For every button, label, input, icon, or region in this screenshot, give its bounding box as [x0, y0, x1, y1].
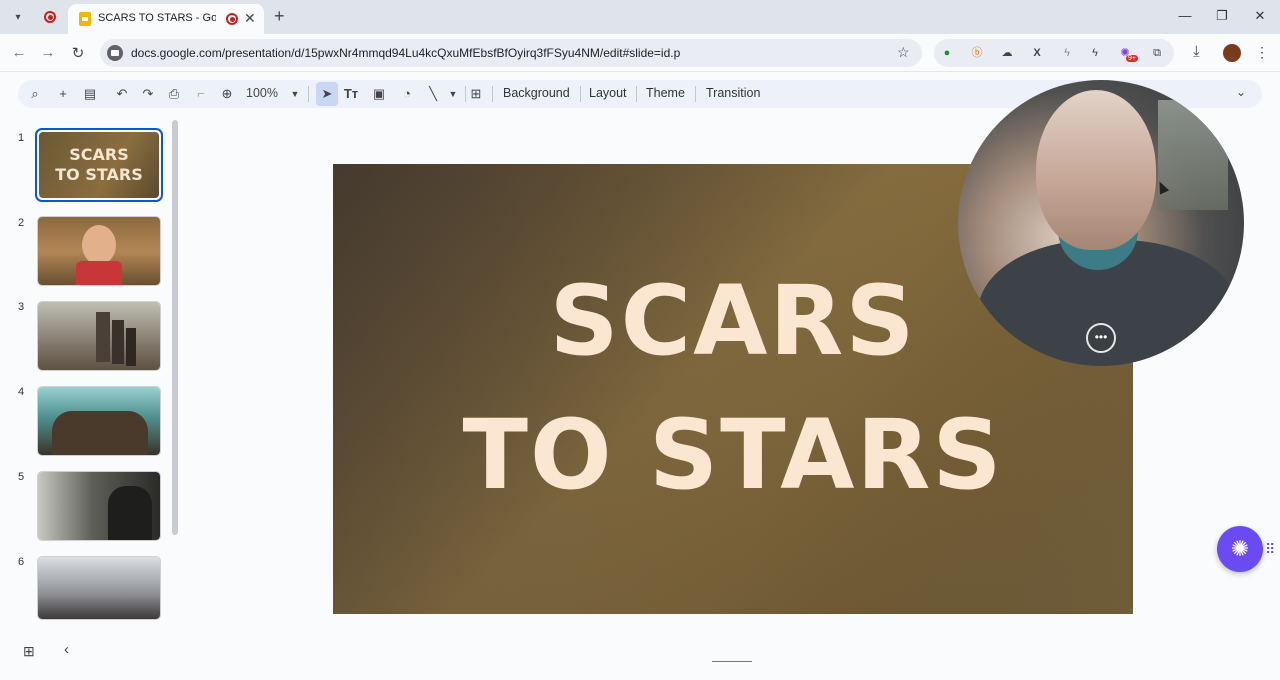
line-icon[interactable]: ╲ [423, 85, 443, 103]
lightning-extension-icon[interactable]: ϟ [1087, 45, 1103, 61]
back-icon[interactable]: ← [10, 44, 28, 61]
search-menus-icon[interactable]: ⌕ [25, 85, 45, 103]
slide-number: 5 [18, 471, 25, 483]
slides-favicon-icon [79, 12, 91, 26]
child-sweater [76, 261, 122, 285]
slide-number: 4 [18, 386, 25, 398]
browser-tab-strip: ▾ SCARS TO STARS - Google S ✕ + — ❐ ✕ [0, 0, 1280, 34]
line-dropdown-icon[interactable]: ▼ [443, 85, 463, 103]
toolbar-divider [308, 86, 309, 102]
more-options-icon[interactable]: ••• [1086, 323, 1116, 353]
slide-thumbnail-3[interactable] [37, 301, 161, 371]
slide-layout-icon[interactable]: ▤ [80, 85, 100, 103]
slide-number: 1 [18, 132, 25, 144]
slide-thumbnail-4[interactable] [37, 386, 161, 456]
tab-close-icon[interactable]: ✕ [244, 10, 256, 27]
slide-filmstrip: 1 SCARS TO STARS 2 3 4 5 6 [0, 120, 180, 630]
window-close-icon[interactable]: ✕ [1250, 8, 1270, 24]
url-text[interactable]: docs.google.com/presentation/d/15pwxNr4m… [131, 46, 680, 60]
forward-icon[interactable]: → [39, 44, 57, 61]
meet-site-icon [107, 45, 123, 61]
presenter-head [1036, 90, 1156, 250]
bw-photo [38, 472, 160, 540]
toolbar-divider [492, 86, 493, 102]
toolbar-divider [636, 86, 637, 102]
tab-search-icon[interactable]: ▾ [8, 7, 28, 27]
filmstrip-scrollbar[interactable] [172, 120, 178, 535]
drag-handle-icon[interactable]: ⠿ [1265, 541, 1275, 558]
zoom-dropdown-icon[interactable]: ▼ [285, 85, 305, 103]
paint-format-icon[interactable]: ⌐ [191, 85, 211, 103]
extensions-group: ● ⓑ ☁ X ϟ ϟ ✺ 9+ ⧉ [934, 39, 1174, 67]
omnibox[interactable]: docs.google.com/presentation/d/15pwxNr4m… [100, 39, 922, 67]
new-slide-icon[interactable]: + [53, 85, 73, 103]
background-window [1158, 100, 1228, 210]
group-photo [38, 387, 160, 455]
x-extension-icon[interactable]: X [1029, 45, 1045, 61]
group [52, 411, 148, 455]
tab-recording-icon [226, 13, 238, 25]
insert-image-icon[interactable]: ▣ [369, 85, 389, 103]
cloud-extension-icon[interactable]: ☁ [999, 45, 1015, 61]
download-icon[interactable]: ⤓ [1193, 43, 1200, 60]
collapse-toolbar-icon[interactable]: ⌄ [1236, 85, 1246, 99]
speaker-notes-handle[interactable] [712, 661, 752, 662]
thumbnail-title: SCARS TO STARS [39, 132, 159, 198]
restore-icon[interactable]: ❐ [1212, 8, 1232, 24]
slide-number: 6 [18, 556, 25, 568]
profile-avatar[interactable] [1223, 44, 1241, 62]
grammar-extension-icon[interactable]: ● [939, 45, 955, 61]
reload-icon[interactable]: ↻ [69, 44, 87, 62]
assistant-fab-icon[interactable]: ✺ [1217, 526, 1263, 572]
puzzle-extensions-icon[interactable]: ⧉ [1149, 45, 1165, 61]
slide-thumbnail-6[interactable] [37, 556, 161, 620]
slide-number: 2 [18, 217, 25, 229]
redo-icon[interactable]: ↷ [138, 85, 158, 103]
toolbar-divider [580, 86, 581, 102]
figure [112, 320, 124, 364]
child-face [82, 225, 116, 265]
bolt-extension-icon[interactable]: ϟ [1059, 45, 1075, 61]
city-photo [38, 557, 160, 619]
transition-button[interactable]: Transition [706, 86, 760, 100]
minimize-icon[interactable]: — [1175, 8, 1195, 23]
add-comment-icon[interactable]: ⊞ [466, 85, 486, 103]
figure [96, 312, 110, 362]
bookmark-star-icon[interactable]: ☆ [897, 44, 910, 61]
select-arrow-icon[interactable]: ➤ [317, 85, 337, 103]
webcam-bubble[interactable]: ••• [958, 80, 1244, 366]
collapse-filmstrip-icon[interactable]: ‹ [64, 641, 69, 658]
slide-thumbnail-1[interactable]: SCARS TO STARS [35, 128, 163, 202]
slide-title-line-2: TO STARS [462, 399, 1004, 511]
toolbar-divider [695, 86, 696, 102]
slide-number: 3 [18, 301, 25, 313]
zoom-icon[interactable]: ⊕ [217, 85, 237, 103]
background-button[interactable]: Background [503, 86, 570, 100]
grid-view-icon[interactable]: ⊞ [23, 643, 35, 660]
theme-button[interactable]: Theme [646, 86, 685, 100]
slide-thumbnail-5[interactable] [37, 471, 161, 541]
browser-menu-icon[interactable]: ⋮ [1255, 44, 1269, 61]
layout-button[interactable]: Layout [589, 86, 627, 100]
zoom-level[interactable]: 100% [246, 86, 278, 100]
shape-icon[interactable]: ◔ [397, 85, 417, 103]
extension-badge: 9+ [1126, 55, 1138, 62]
text-box-icon[interactable]: Tт [341, 85, 361, 103]
new-tab-icon[interactable]: + [274, 6, 285, 27]
slide-thumbnail-2[interactable] [37, 216, 161, 286]
figure [126, 328, 136, 366]
undo-icon[interactable]: ↶ [112, 85, 132, 103]
print-icon[interactable]: ⎙ [164, 85, 184, 103]
address-bar-row: ← → ↻ docs.google.com/presentation/d/15p… [0, 34, 1280, 72]
browser-tab-active[interactable]: SCARS TO STARS - Google S ✕ [68, 4, 264, 34]
family-photo [38, 302, 160, 370]
bing-extension-icon[interactable]: ⓑ [969, 45, 985, 61]
figure [108, 486, 152, 540]
tab-title: SCARS TO STARS - Google S [98, 12, 216, 24]
child-photo [38, 217, 160, 285]
recording-icon [44, 11, 56, 23]
